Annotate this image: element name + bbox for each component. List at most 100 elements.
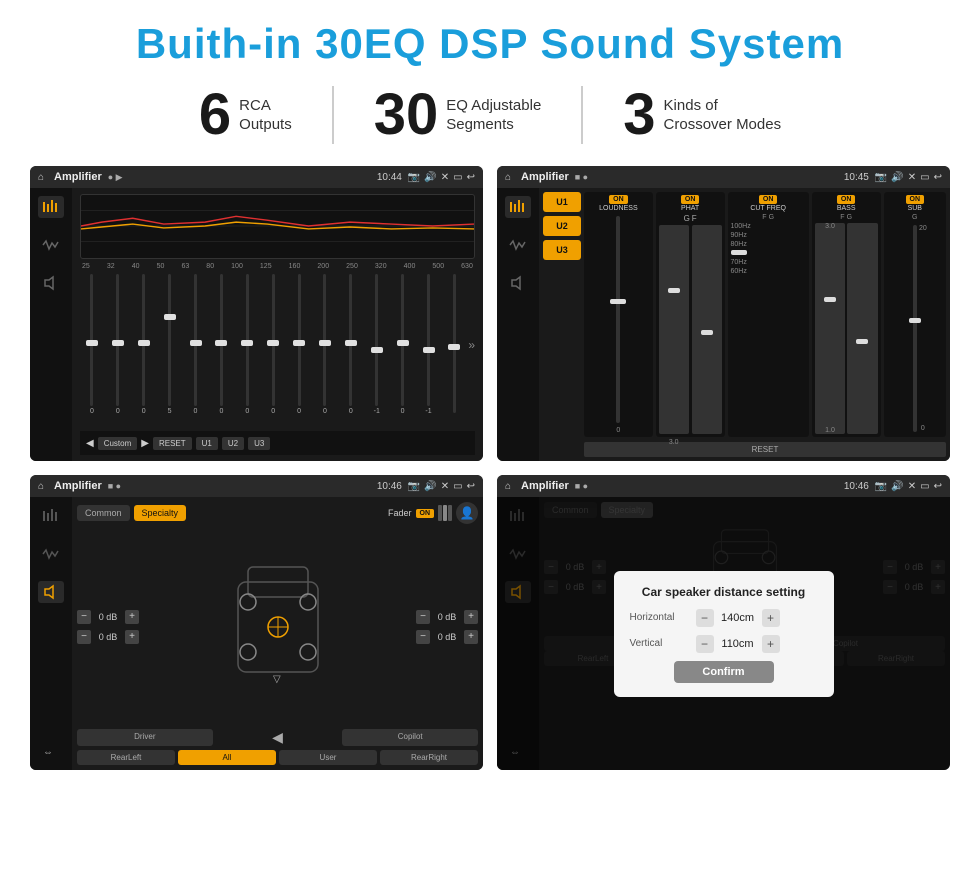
sidebar-eq-icon-3[interactable] [38,505,64,527]
eq-slider-3[interactable]: 5 [158,274,182,415]
eq-slider-10[interactable]: 0 [339,274,363,415]
eq-slider-6[interactable]: 0 [235,274,259,415]
dialog-title: Car speaker distance setting [630,585,818,599]
eq-slider-9[interactable]: 0 [313,274,337,415]
eq-u2[interactable]: U2 [222,437,244,450]
amp-controls: ON LOUDNESS 0 ON PHAT [584,192,946,457]
eq-slider-4[interactable]: 0 [184,274,208,415]
amp-preset-u3[interactable]: U3 [543,240,581,260]
eq-reset[interactable]: RESET [153,437,192,450]
sub-on[interactable]: ON [906,195,925,204]
db-value-rr: 0 dB [433,632,461,642]
dialog-horizontal-plus[interactable]: + [762,609,780,627]
dialog-horizontal-control: − 140cm + [696,609,818,627]
eq-slider-14[interactable] [442,274,466,415]
db-minus-rl[interactable]: − [77,630,91,644]
db-plus-fl[interactable]: + [125,610,139,624]
fader-btn-rearright[interactable]: RearRight [380,750,478,765]
sidebar-speaker-icon-3[interactable] [38,581,64,603]
screen4-time: 10:46 [844,481,869,492]
eq-slider-5[interactable]: 0 [209,274,233,415]
dialog-row-horizontal: Horizontal − 140cm + [630,609,818,627]
phat-on[interactable]: ON [681,195,700,204]
fader-on-badge[interactable]: ON [416,509,435,518]
eq-prev[interactable]: ◀ [86,438,94,449]
amp-reset[interactable]: RESET [584,442,946,457]
fader-tab-common[interactable]: Common [77,505,130,521]
db-minus-fr[interactable]: − [416,610,430,624]
dialog-vertical-minus[interactable]: − [696,635,714,653]
eq-slider-12[interactable]: 0 [391,274,415,415]
dialog-vertical-value: 110cm [718,638,758,650]
eq-u3[interactable]: U3 [248,437,270,450]
eq-slider-2[interactable]: 0 [132,274,156,415]
stat-number-eq: 30 [374,86,439,144]
eq-u1[interactable]: U1 [196,437,218,450]
fader-btn-copilot[interactable]: Copilot [342,729,478,746]
dialog-horizontal-value: 140cm [718,612,758,624]
db-minus-fl[interactable]: − [77,610,91,624]
status-icons-4: 📷🔊✕▭↩ [875,481,942,492]
fader-btn-driver[interactable]: Driver [77,729,213,746]
fader-right-db: − 0 dB + − 0 dB + [416,528,478,725]
sidebar-wave-icon[interactable] [38,234,64,256]
dialog-confirm-button[interactable]: Confirm [674,661,774,683]
eq-slider-8[interactable]: 0 [287,274,311,415]
cutfreq-on[interactable]: ON [759,195,778,204]
eq-sliders[interactable]: 0 0 0 5 0 0 0 0 0 0 0 -1 0 -1 [80,274,475,431]
db-plus-rl[interactable]: + [125,630,139,644]
fader-btn-user[interactable]: User [279,750,377,765]
sidebar-wave-icon-3[interactable] [38,543,64,565]
stats-row: 6 RCA Outputs 30 EQ Adjustable Segments … [30,86,950,144]
dialog-box: Car speaker distance setting Horizontal … [614,571,834,697]
phat-label: PHAT [681,205,699,212]
fader-btn-all[interactable]: All [178,750,276,765]
bass-label: BASS [837,205,856,212]
eq-frequency-labels: 253240506380100125160200250320400500630 [80,263,475,270]
db-plus-fr[interactable]: + [464,610,478,624]
amp-preset-u1[interactable]: U1 [543,192,581,212]
db-value-fl: 0 dB [94,612,122,622]
eq-slider-13[interactable]: -1 [417,274,441,415]
home-icon-2[interactable]: ⌂ [505,172,511,183]
screen2-title: Amplifier [521,171,569,183]
eq-slider-1[interactable]: 0 [106,274,130,415]
loudness-on[interactable]: ON [609,195,628,204]
home-icon-3[interactable]: ⌂ [38,481,44,492]
eq-slider-7[interactable]: 0 [261,274,285,415]
db-value-rl: 0 dB [94,632,122,642]
eq-slider-11[interactable]: -1 [365,274,389,415]
dialog-vertical-plus[interactable]: + [762,635,780,653]
sidebar-speaker-icon-2[interactable] [505,272,531,294]
bass-on[interactable]: ON [837,195,856,204]
db-value-fr: 0 dB [433,612,461,622]
stat-crossover: 3 Kinds of Crossover Modes [583,86,821,144]
eq-next[interactable]: ▶ [141,438,149,449]
sidebar-speaker-icon[interactable] [38,272,64,294]
screens-grid: ⌂ Amplifier ● ▶ 10:44 📷🔊✕▭↩ [30,166,950,770]
db-plus-rr[interactable]: + [464,630,478,644]
left-sidebar-2 [497,188,539,461]
home-icon[interactable]: ⌂ [38,172,44,183]
left-sidebar-3: ⇔ [30,497,72,770]
db-control-fr: − 0 dB + [416,610,478,624]
amp-preset-u2[interactable]: U2 [543,216,581,236]
db-control-rl: − 0 dB + [77,630,139,644]
fader-arrow-left[interactable]: ◀ [216,729,340,746]
fader-btn-rearleft[interactable]: RearLeft [77,750,175,765]
fader-main: Common Specialty Fader ON 👤 [72,497,483,770]
sidebar-arrows-icon-3[interactable]: ⇔ [38,740,64,762]
home-icon-4[interactable]: ⌂ [505,481,511,492]
fader-tab-specialty[interactable]: Specialty [134,505,187,521]
screen1-time: 10:44 [377,172,402,183]
fader-person-icon[interactable]: 👤 [456,502,478,524]
dialog-horizontal-minus[interactable]: − [696,609,714,627]
sidebar-wave-icon-2[interactable] [505,234,531,256]
eq-preset-custom[interactable]: Custom [98,437,138,450]
eq-graph [80,194,475,259]
sidebar-eq-icon-2[interactable] [505,196,531,218]
status-bar-2: ⌂ Amplifier ■ ● 10:45 📷🔊✕▭↩ [497,166,950,188]
sidebar-eq-icon[interactable] [38,196,64,218]
eq-slider-0[interactable]: 0 [80,274,104,415]
db-minus-rr[interactable]: − [416,630,430,644]
